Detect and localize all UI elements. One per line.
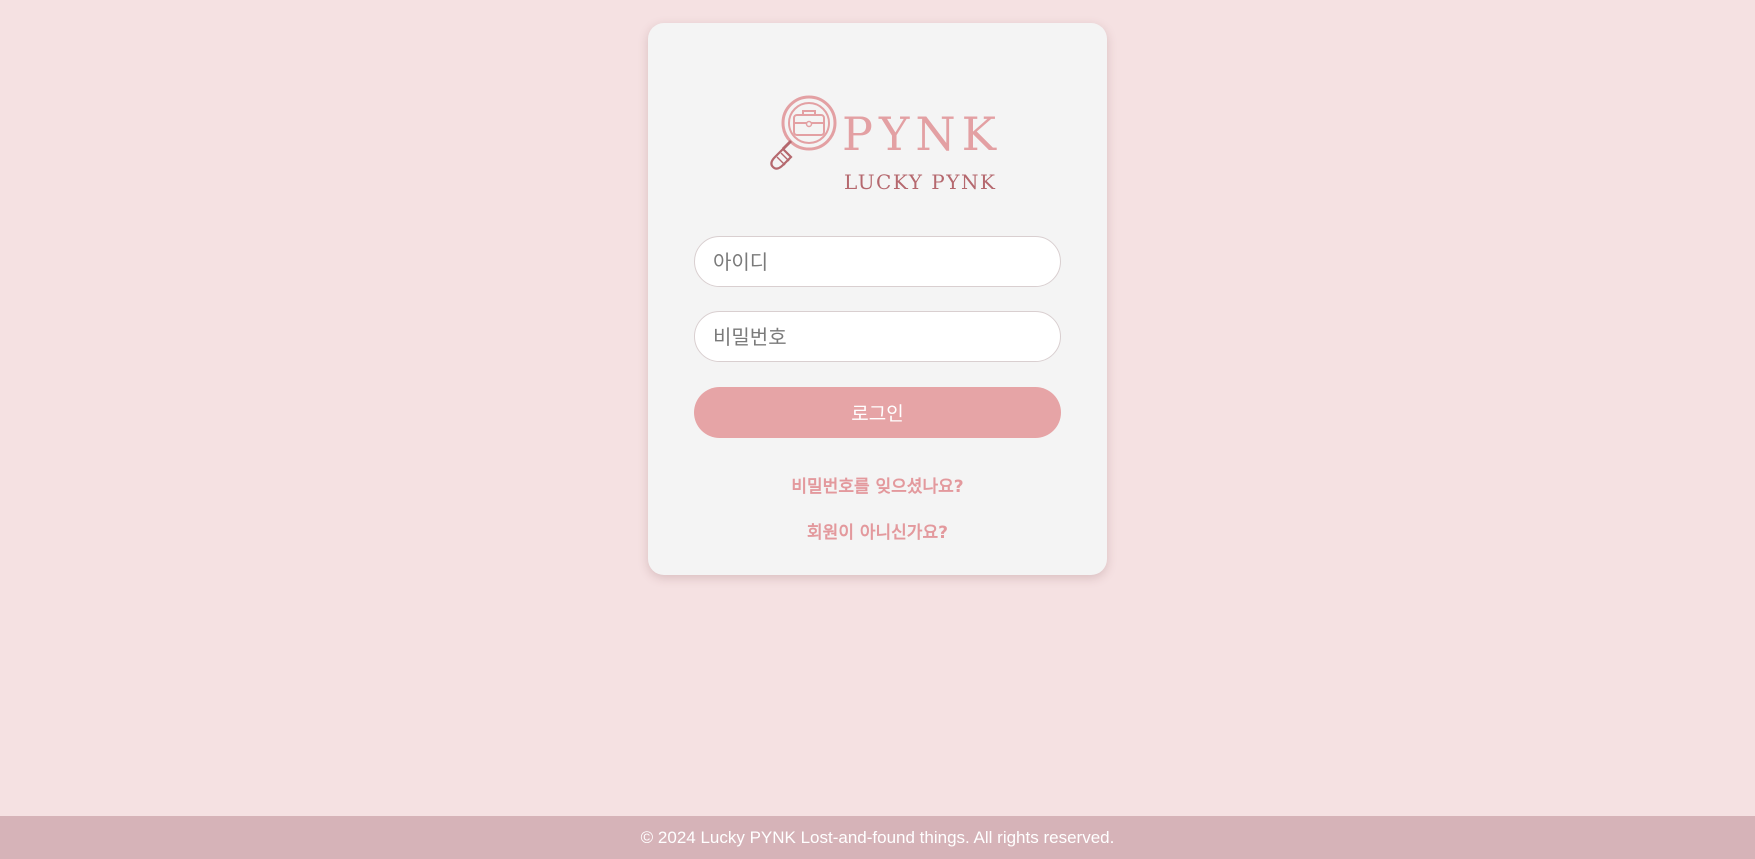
brand-tagline: LUCKY PYNK <box>844 170 997 194</box>
login-card: PYNK LUCKY PYNK 로그인 비밀번호를 잊으셨나요? 회원이 아니신… <box>648 23 1107 575</box>
login-button[interactable]: 로그인 <box>694 387 1061 438</box>
brand-logo: PYNK LUCKY PYNK <box>763 95 996 192</box>
footer: © 2024 Lucky PYNK Lost-and-found things.… <box>0 816 1755 859</box>
footer-copyright: © 2024 Lucky PYNK Lost-and-found things.… <box>640 828 1115 847</box>
password-input[interactable] <box>694 311 1061 362</box>
signup-link[interactable]: 회원이 아니신가요? <box>648 518 1107 543</box>
username-input[interactable] <box>694 236 1061 287</box>
login-page: PYNK LUCKY PYNK 로그인 비밀번호를 잊으셨나요? 회원이 아니신… <box>0 0 1755 859</box>
forgot-password-link[interactable]: 비밀번호를 잊으셨나요? <box>648 472 1107 497</box>
brand-name: PYNK <box>842 107 1002 161</box>
magnifier-briefcase-icon <box>770 95 837 170</box>
